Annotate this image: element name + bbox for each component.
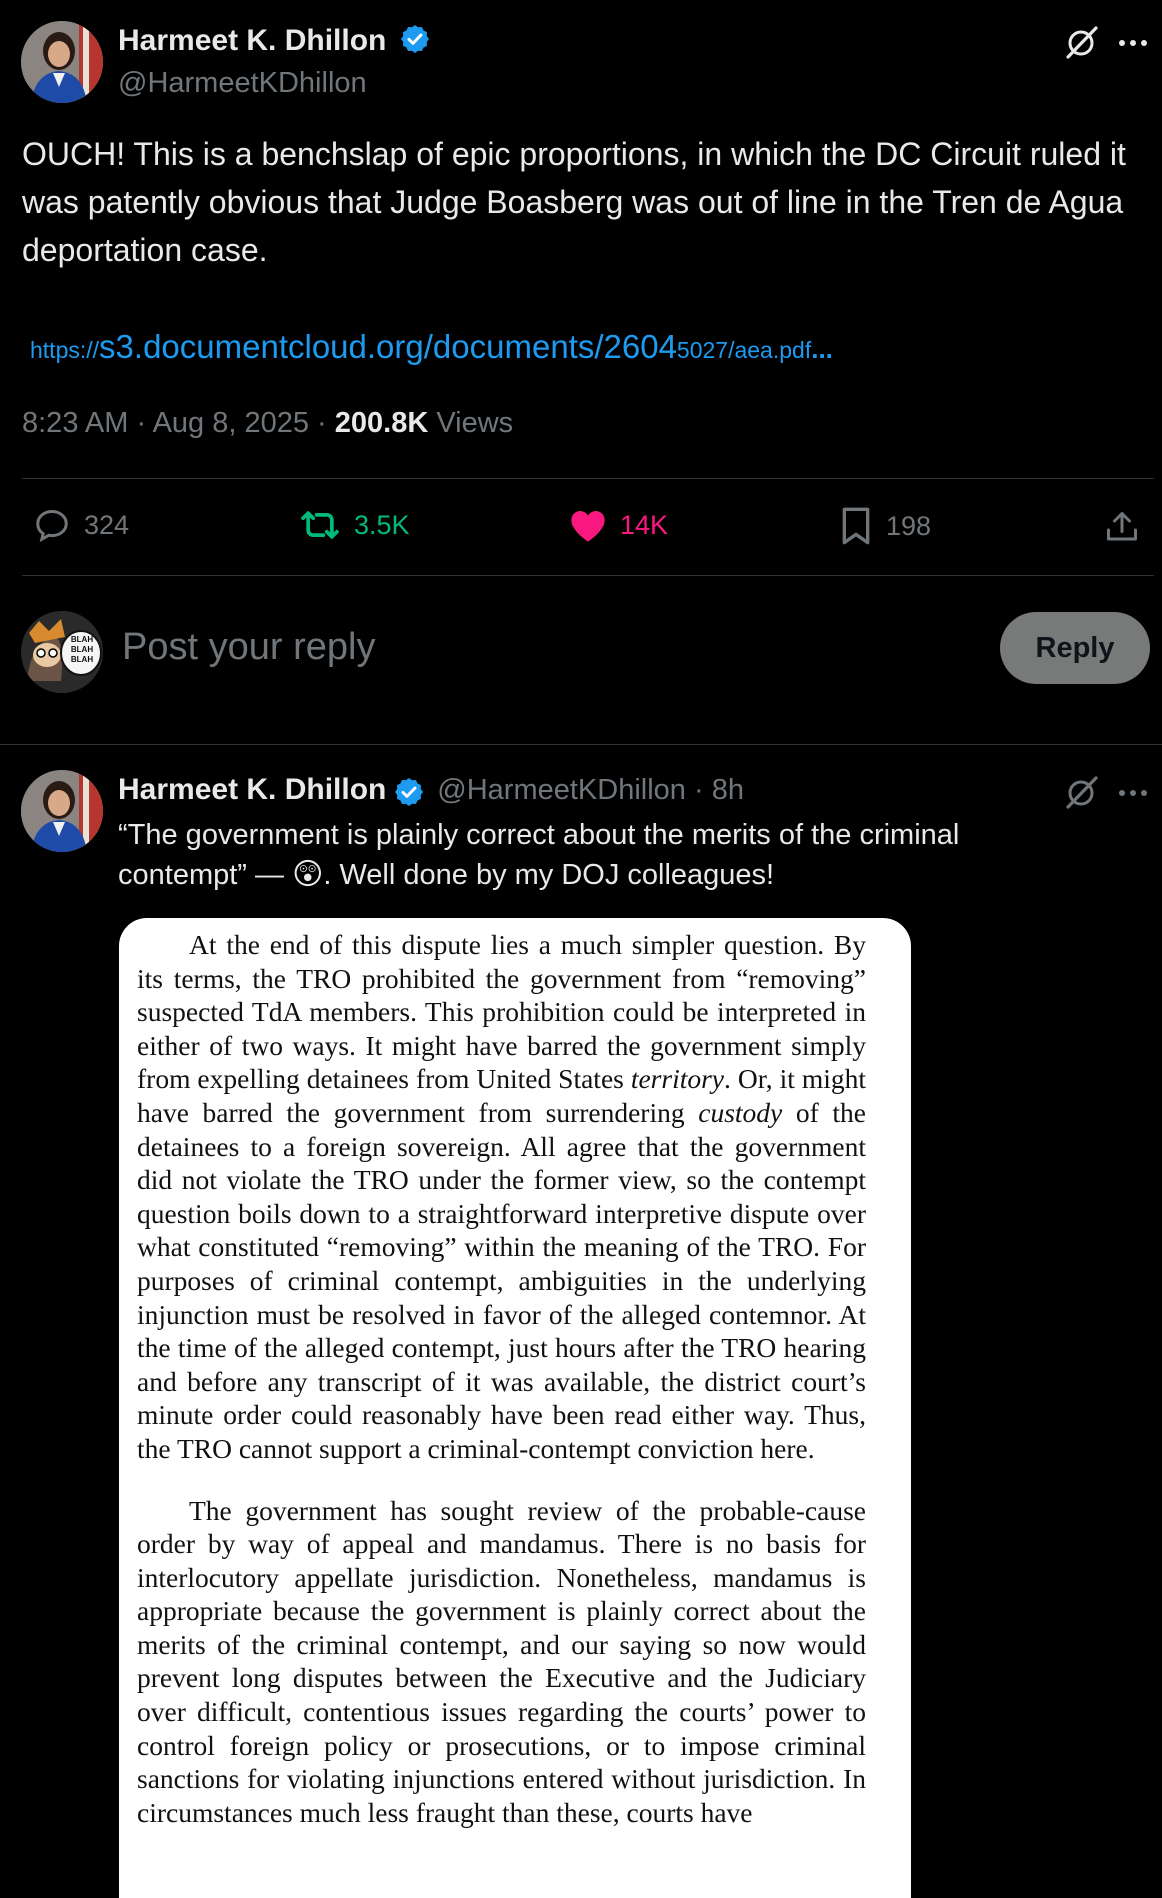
- reply-tweet-text: “The government is plainly correct about…: [118, 815, 959, 895]
- link-suffix[interactable]: 5027/aea.pdf: [677, 337, 811, 363]
- blah-bubble-text: BLAH BLAH BLAH: [67, 635, 97, 665]
- blah-text: BLAH: [70, 635, 94, 644]
- divider: [22, 478, 1154, 479]
- my-avatar[interactable]: BLAH BLAH BLAH: [21, 611, 103, 693]
- author-avatar[interactable]: [21, 21, 103, 103]
- divider: [22, 575, 1154, 576]
- reply-button[interactable]: Reply: [1000, 612, 1150, 684]
- share-icon[interactable]: [1104, 508, 1140, 546]
- doc-text-italic: custody: [698, 1096, 783, 1128]
- document-paragraph-2: The government has sought review of the …: [137, 1494, 866, 1828]
- repost-action[interactable]: 3.5K: [298, 506, 410, 544]
- views-label: Views: [428, 407, 514, 439]
- tweet-timestamp[interactable]: 8:23 AM · Aug 8, 2025 ·: [22, 407, 335, 439]
- repost-icon: [301, 511, 339, 539]
- reply-count: 324: [84, 509, 130, 540]
- reply-text-segment: contempt” —: [118, 859, 293, 891]
- divider: [0, 744, 1162, 745]
- bookmark-action[interactable]: 198: [838, 506, 931, 546]
- views-count: 200.8K: [334, 407, 429, 439]
- link-prefix[interactable]: https://: [30, 337, 99, 363]
- reply-author-row[interactable]: Harmeet K. Dhillon @HarmeetKDhillon · 8h: [118, 773, 744, 808]
- document-paragraph-1: At the end of this dispute lies a much s…: [119, 918, 911, 1466]
- author-handle[interactable]: @HarmeetKDhillon: [118, 67, 367, 100]
- reply-input[interactable]: Post your reply: [122, 626, 375, 669]
- bookmark-icon: [842, 507, 870, 545]
- bookmark-count: 198: [886, 510, 932, 541]
- repost-count: 3.5K: [354, 509, 410, 540]
- reply-author-avatar[interactable]: [21, 770, 103, 852]
- tweet-meta: 8:23 AM · Aug 8, 2025 · 200.8K Views: [22, 407, 513, 440]
- author-avatar-image: [21, 21, 103, 103]
- reply-icon: [36, 510, 68, 543]
- more-options-icon[interactable]: [1118, 788, 1148, 798]
- like-count: 14K: [620, 509, 669, 540]
- more-options-icon[interactable]: [1118, 38, 1148, 48]
- attached-document-image[interactable]: At the end of this dispute lies a much s…: [119, 918, 911, 1898]
- like-action[interactable]: 14K: [568, 506, 668, 544]
- verified-badge-icon: [400, 25, 429, 54]
- tweet-text: OUCH! This is a benchslap of epic propor…: [22, 136, 1126, 268]
- grok-icon[interactable]: [1064, 24, 1100, 60]
- doc-text: of the detainees to a foreign sovereign.…: [137, 1096, 866, 1464]
- reply-author-name[interactable]: Harmeet K. Dhillon: [118, 773, 386, 806]
- heart-icon: [571, 511, 605, 542]
- tweet-link[interactable]: https://s3.documentcloud.org/documents/2…: [30, 328, 833, 366]
- astonished-emoji-icon: 😲: [292, 858, 324, 891]
- reply-text-line: “The government is plainly correct about…: [118, 819, 960, 851]
- reply-action[interactable]: 324: [32, 506, 129, 544]
- link-main[interactable]: s3.documentcloud.org/documents/2604: [99, 328, 677, 365]
- verified-badge-icon: [394, 777, 423, 806]
- reply-author-avatar-image: [21, 770, 103, 852]
- doc-text-italic: territory: [630, 1063, 725, 1095]
- reply-text-segment: . Well done by my DOJ colleagues!: [323, 859, 775, 891]
- reply-text-line: contempt” — 😲. Well done by my DOJ colle…: [118, 855, 959, 895]
- author-name[interactable]: Harmeet K. Dhillon: [118, 24, 386, 57]
- blah-text: BLAH: [70, 645, 94, 654]
- reply-author-handle[interactable]: @HarmeetKDhillon · 8h: [437, 774, 744, 806]
- blah-text: BLAH: [70, 655, 94, 664]
- link-ellipsis[interactable]: ...: [811, 334, 833, 364]
- author-name-row[interactable]: Harmeet K. Dhillon: [118, 24, 431, 58]
- grok-icon[interactable]: [1064, 774, 1100, 810]
